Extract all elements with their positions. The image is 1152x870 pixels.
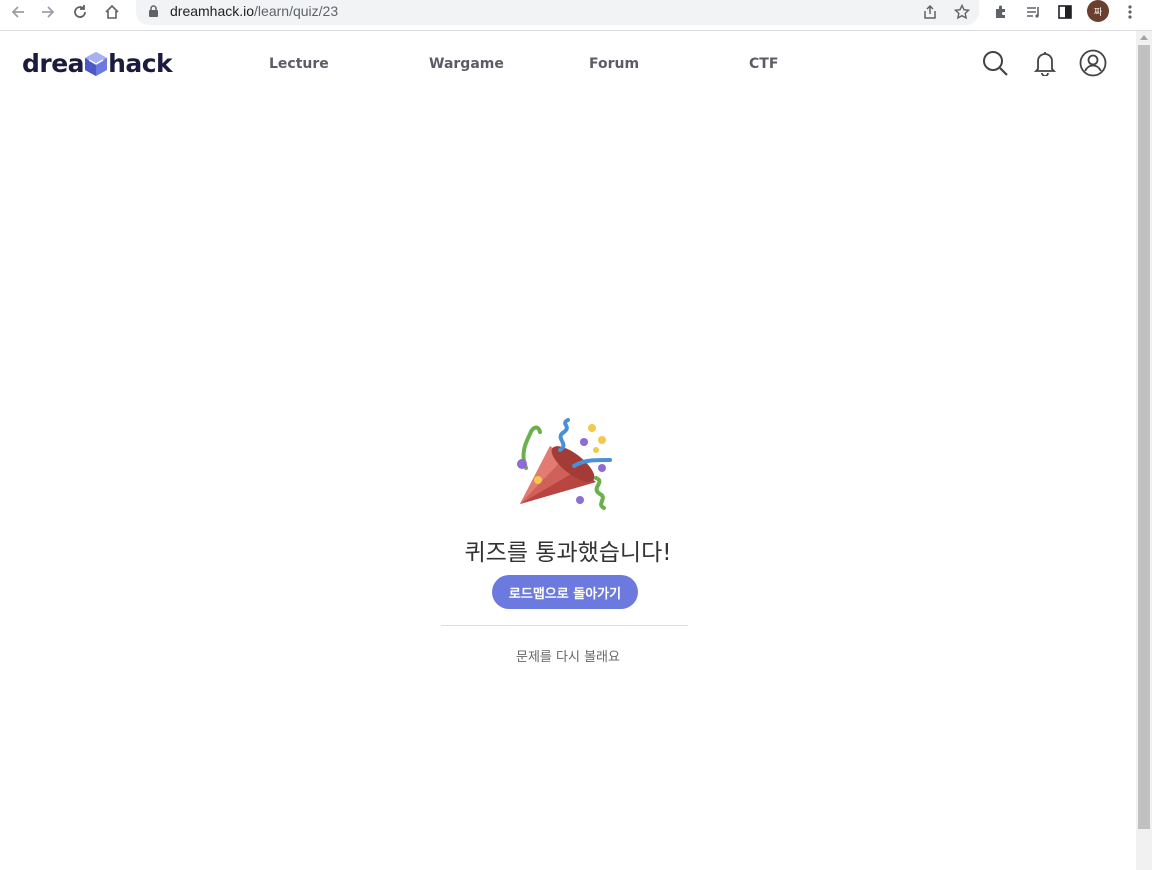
reading-list-icon[interactable] xyxy=(1021,0,1045,24)
page-scrollbar-thumb[interactable] xyxy=(1138,45,1150,829)
dreamhack-logo[interactable]: drea hack xyxy=(22,49,173,78)
profile-avatar[interactable]: 짜 xyxy=(1087,0,1109,22)
scroll-up-arrow-icon[interactable] xyxy=(1140,35,1148,40)
nav-wargame[interactable]: Wargame xyxy=(429,56,504,72)
nav-lecture[interactable]: Lecture xyxy=(269,56,329,72)
menu-kebab-icon[interactable] xyxy=(1118,0,1142,24)
review-questions-link[interactable]: 문제를 다시 볼래요 xyxy=(0,646,1136,665)
divider xyxy=(441,625,688,626)
logo-text-right: hack xyxy=(108,49,173,78)
logo-cube-icon xyxy=(85,51,108,76)
home-icon[interactable] xyxy=(98,0,126,24)
logo-text-left: drea xyxy=(22,49,85,78)
side-panel-icon[interactable] xyxy=(1053,0,1077,24)
address-bar[interactable]: dreamhack.io/learn/quiz/23 xyxy=(136,0,979,25)
party-popper-icon xyxy=(517,418,612,510)
back-icon[interactable] xyxy=(4,0,32,24)
reload-icon[interactable] xyxy=(66,0,94,24)
share-icon[interactable] xyxy=(918,0,942,24)
quiz-passed-title: 퀴즈를 통과했습니다! xyxy=(464,540,672,566)
site-header: drea hack Lecture Wargame Forum CTF xyxy=(0,31,1136,95)
url-text: dreamhack.io/learn/quiz/23 xyxy=(170,3,339,19)
user-profile-icon[interactable] xyxy=(1078,48,1108,78)
profile-initial: 짜 xyxy=(1093,6,1103,17)
nav-ctf[interactable]: CTF xyxy=(749,56,778,72)
nav-forum[interactable]: Forum xyxy=(589,56,639,72)
forward-icon[interactable] xyxy=(34,0,62,24)
browser-toolbar: dreamhack.io/learn/quiz/23 짜 xyxy=(0,0,1152,31)
lock-icon xyxy=(149,5,158,17)
review-questions-label[interactable]: 문제를 다시 볼래요 xyxy=(516,650,620,665)
notification-bell-icon[interactable] xyxy=(1030,48,1060,78)
search-icon[interactable] xyxy=(980,48,1010,78)
bookmark-star-icon[interactable] xyxy=(950,0,974,24)
back-to-roadmap-button[interactable]: 로드맵으로 돌아가기 xyxy=(492,575,638,609)
extensions-icon[interactable] xyxy=(989,0,1013,24)
